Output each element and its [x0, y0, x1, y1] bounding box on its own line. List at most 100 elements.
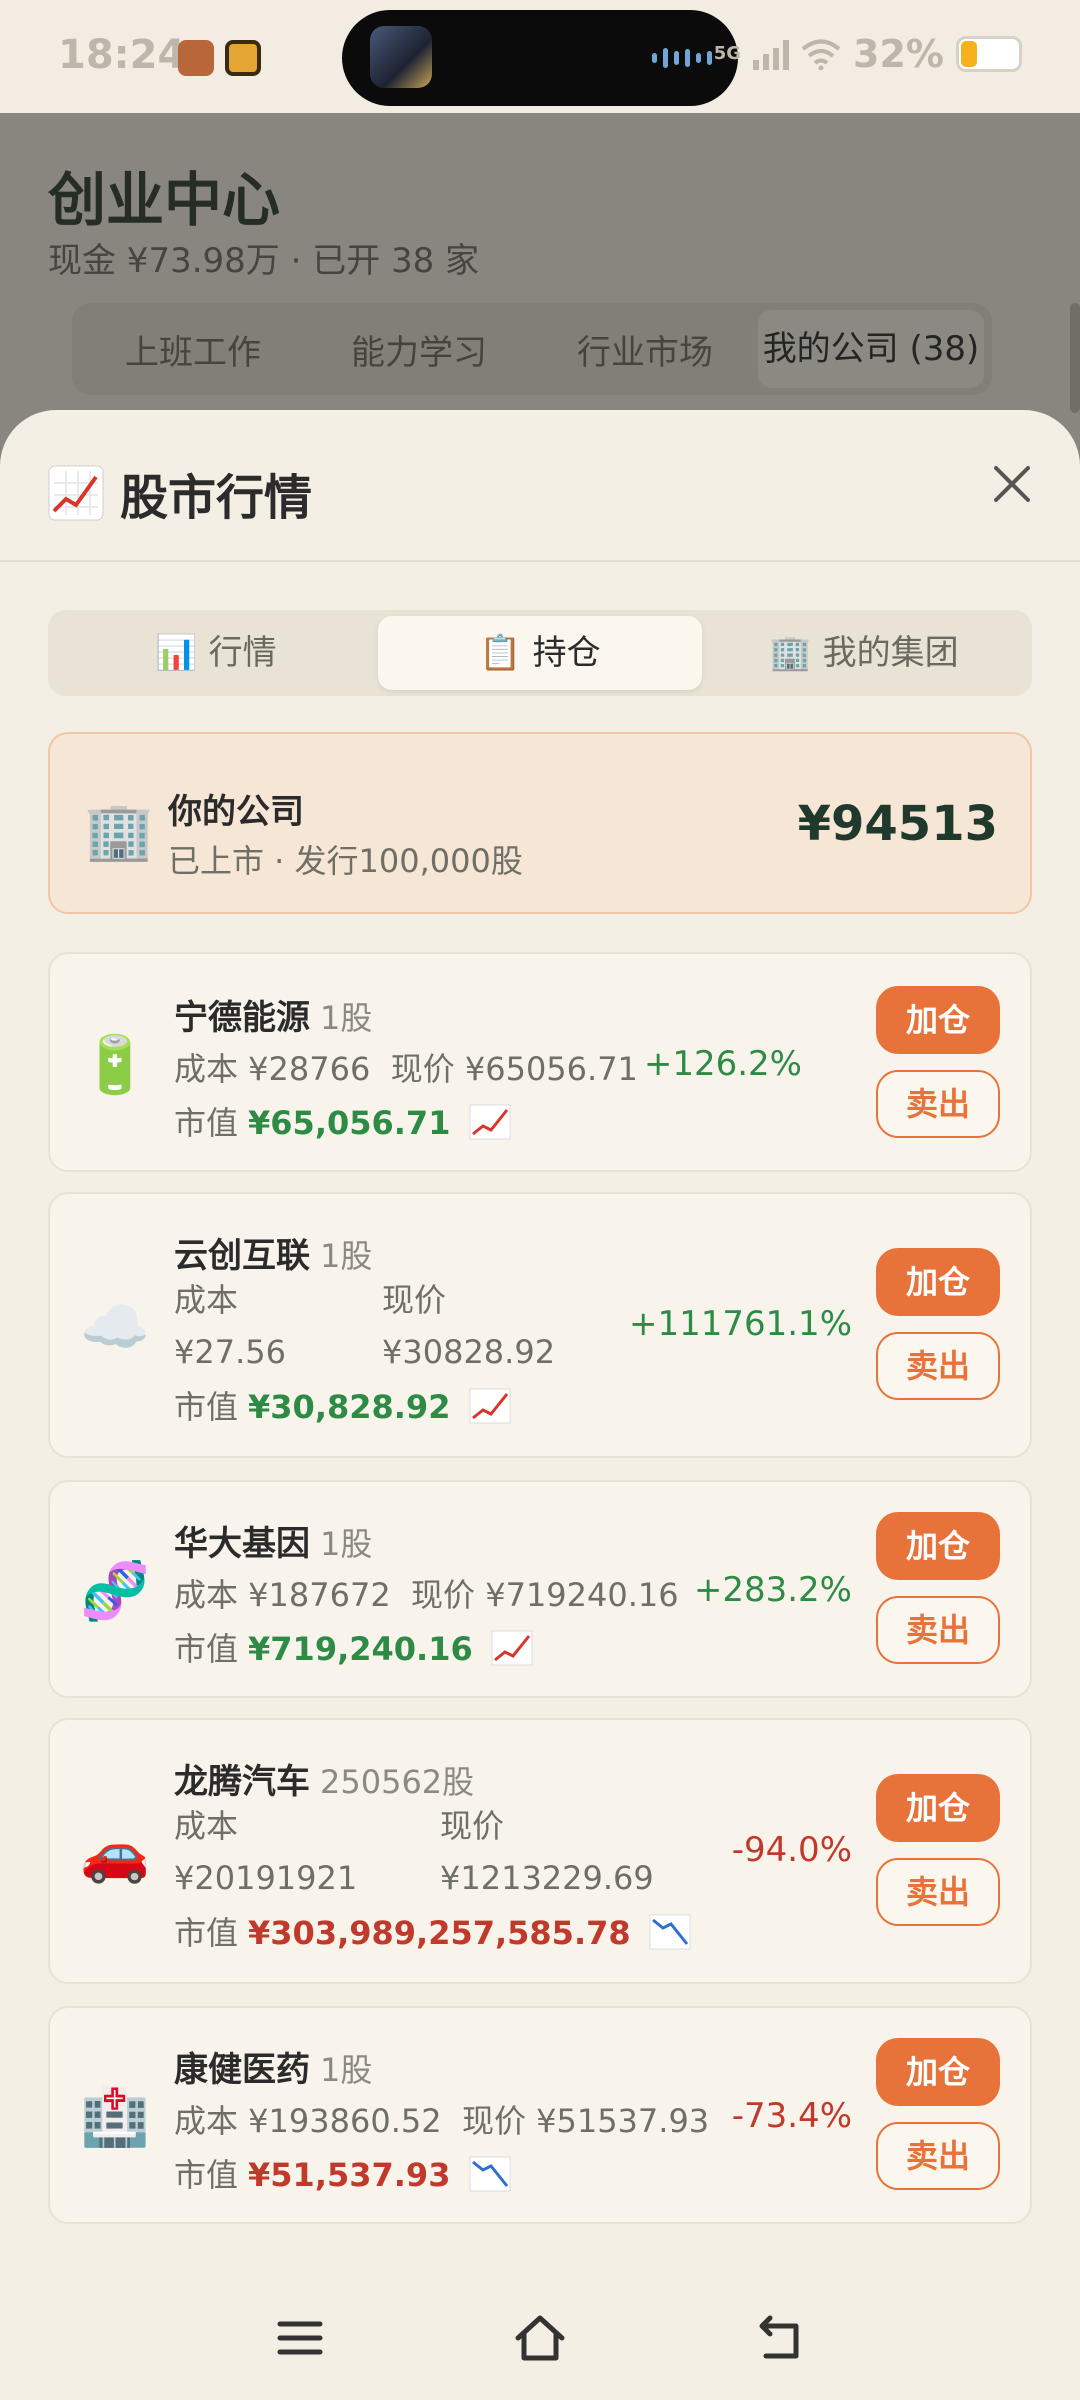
- cost-text: 成本 ¥193860.52: [174, 2102, 442, 2140]
- signal-icon: [753, 38, 790, 70]
- cost-value: ¥27.56: [174, 1333, 286, 1371]
- segment-control: 📊 行情 📋 持仓 🏢 我的集团: [48, 610, 1032, 696]
- battery-icon: 🔋: [80, 1033, 150, 1098]
- stock-quantity: 1股: [320, 1237, 373, 1275]
- market-value-line: 市值 ¥65,056.71: [174, 1098, 511, 1144]
- change-percent: -73.4%: [731, 2096, 852, 2136]
- sell-button[interactable]: 卖出: [876, 2122, 1000, 2190]
- cost-text: 成本 ¥187672: [174, 1576, 391, 1614]
- segment-group[interactable]: 🏢 我的集团: [702, 616, 1026, 690]
- price-text: 现价 ¥51537.93: [461, 2102, 710, 2140]
- company-value: ¥94513: [797, 796, 998, 852]
- add-position-button[interactable]: 加仓: [876, 986, 1000, 1054]
- chart-increasing-icon: [469, 1104, 511, 1140]
- market-value-label: 市值: [174, 1914, 239, 1952]
- bar-chart-icon: 📊: [155, 633, 198, 673]
- holding-card: 🔋 宁德能源 1股 成本 ¥28766 现价 ¥65056.71 +126.2% …: [48, 952, 1032, 1172]
- add-position-button[interactable]: 加仓: [876, 1512, 1000, 1580]
- add-position-button[interactable]: 加仓: [876, 1774, 1000, 1842]
- cost-price-line: 成本 ¥193860.52 现价 ¥51537.93: [174, 2096, 709, 2142]
- network-type: 5G: [713, 43, 742, 64]
- market-value-line: 市值 ¥303,989,257,585.78: [174, 1908, 691, 1954]
- segment-holdings[interactable]: 📋 持仓: [378, 616, 702, 690]
- price-label: 现价: [382, 1281, 447, 1319]
- change-percent: +283.2%: [693, 1570, 852, 1610]
- market-value-line: 市值 ¥719,240.16: [174, 1624, 533, 1670]
- close-icon[interactable]: [990, 462, 1034, 506]
- holding-card: 🚗 龙腾汽车 250562股 成本 ¥20191921 现价 ¥1213229.69 …: [48, 1718, 1032, 1984]
- notification-app-icon: [178, 40, 214, 76]
- audio-wave-icon: [652, 48, 712, 68]
- cost-label: 成本: [174, 1807, 239, 1845]
- company-name: 你的公司: [168, 792, 304, 832]
- segment-market-label: 行情: [208, 633, 277, 673]
- stock-market-sheet: 股市行情 📊 行情 📋 持仓 🏢 我的集团 🏢 你的公司 已上市 · 发行100…: [0, 410, 1080, 2400]
- price-column: 现价 ¥30828.92: [382, 1274, 555, 1378]
- office-building-icon: 🏢: [769, 633, 812, 673]
- change-percent: +111761.1%: [628, 1304, 852, 1344]
- cost-text: 成本 ¥28766: [174, 1050, 371, 1088]
- market-value-line: 市值 ¥51,537.93: [174, 2150, 511, 2196]
- stock-name-text: 康健医药: [174, 2050, 310, 2090]
- hospital-icon: 🏥: [80, 2085, 150, 2150]
- status-bar: 18:24 5G 32%: [0, 0, 1080, 113]
- market-value-line: 市值 ¥30,828.92: [174, 1382, 511, 1428]
- holding-card: ☁️ 云创互联 1股 成本 ¥27.56 现价 ¥30828.92 +111761.1…: [48, 1192, 1032, 1458]
- battery-icon: [956, 36, 1022, 72]
- price-column: 现价 ¥1213229.69: [440, 1800, 654, 1904]
- car-icon: 🚗: [80, 1821, 150, 1886]
- holding-card: 🏥 康健医药 1股 成本 ¥193860.52 现价 ¥51537.93 -73.…: [48, 2006, 1032, 2224]
- status-time: 18:24: [58, 32, 186, 78]
- home-icon[interactable]: [512, 2310, 568, 2366]
- scrollbar[interactable]: [1070, 303, 1080, 413]
- chart-increasing-icon: [48, 465, 104, 521]
- price-label: 现价: [440, 1807, 505, 1845]
- sheet-header: 股市行情: [0, 410, 1080, 562]
- price-value: ¥30828.92: [382, 1333, 556, 1371]
- clipboard-icon: 📋: [479, 633, 522, 673]
- market-value-label: 市值: [174, 1104, 239, 1142]
- chart-decreasing-icon: [469, 2156, 511, 2192]
- sell-button[interactable]: 卖出: [876, 1332, 1000, 1400]
- market-value: ¥51,537.93: [248, 2156, 451, 2194]
- stock-quantity: 1股: [320, 1525, 373, 1563]
- system-nav-bar: [0, 2276, 1080, 2400]
- cost-column: 成本 ¥27.56: [174, 1274, 286, 1378]
- back-icon[interactable]: [752, 2310, 808, 2366]
- own-company-card[interactable]: 🏢 你的公司 已上市 · 发行100,000股 ¥94513: [48, 732, 1032, 914]
- segment-market[interactable]: 📊 行情: [54, 616, 378, 690]
- game-avatar-icon: [370, 26, 432, 88]
- wifi-icon: [801, 39, 841, 70]
- sell-button[interactable]: 卖出: [876, 1858, 1000, 1926]
- dynamic-island[interactable]: [342, 10, 738, 106]
- stock-quantity: 1股: [320, 2051, 373, 2089]
- company-status: 已上市 · 发行100,000股: [168, 842, 523, 880]
- cost-price-line: 成本 ¥28766 现价 ¥65056.71: [174, 1044, 638, 1090]
- stock-name: 华大基因 1股: [174, 1516, 372, 1565]
- stock-quantity: 250562股: [320, 1763, 475, 1801]
- market-value: ¥719,240.16: [248, 1630, 473, 1668]
- stock-name-text: 龙腾汽车: [174, 1762, 310, 1802]
- sheet-title-text: 股市行情: [120, 470, 313, 526]
- stock-name: 龙腾汽车 250562股: [174, 1754, 474, 1803]
- market-value: ¥65,056.71: [248, 1104, 451, 1142]
- stock-name: 宁德能源 1股: [174, 990, 372, 1039]
- add-position-button[interactable]: 加仓: [876, 1248, 1000, 1316]
- menu-icon[interactable]: [272, 2310, 328, 2366]
- segment-holdings-label: 持仓: [532, 633, 601, 673]
- cost-value: ¥20191921: [174, 1859, 358, 1897]
- stock-name-text: 华大基因: [174, 1524, 310, 1564]
- market-value-label: 市值: [174, 2156, 239, 2194]
- sell-button[interactable]: 卖出: [876, 1070, 1000, 1138]
- chart-decreasing-icon: [649, 1914, 691, 1950]
- price-text: 现价 ¥65056.71: [390, 1050, 638, 1088]
- holding-card: 🧬 华大基因 1股 成本 ¥187672 现价 ¥719240.16 +283.2…: [48, 1480, 1032, 1698]
- add-position-button[interactable]: 加仓: [876, 2038, 1000, 2106]
- price-value: ¥1213229.69: [440, 1859, 654, 1897]
- stock-name: 云创互联 1股: [174, 1228, 372, 1277]
- price-text: 现价 ¥719240.16: [411, 1576, 679, 1614]
- office-building-icon: 🏢: [84, 799, 154, 864]
- sell-button[interactable]: 卖出: [876, 1596, 1000, 1664]
- segment-group-label: 我的集团: [822, 633, 959, 673]
- chart-increasing-icon: [491, 1630, 533, 1666]
